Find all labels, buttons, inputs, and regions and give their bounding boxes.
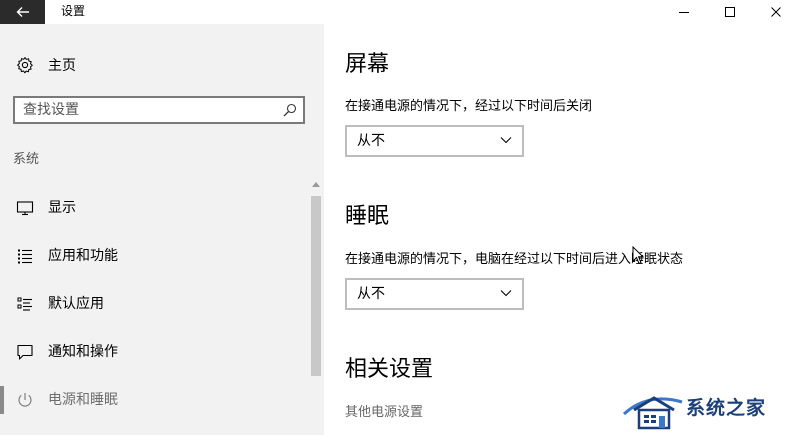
screen-description: 在接通电源的情况下，经过以下时间后关闭 xyxy=(345,99,593,114)
dropdown-value: 从不 xyxy=(357,133,385,149)
list-icon xyxy=(18,249,32,264)
maximize-button[interactable] xyxy=(707,0,753,24)
close-icon xyxy=(771,7,781,17)
back-arrow-icon xyxy=(16,7,29,17)
house-logo-icon xyxy=(622,396,683,430)
power-icon xyxy=(18,393,32,407)
watermark-text: 系统之家 xyxy=(686,397,767,419)
section-title-screen: 屏幕 xyxy=(345,52,390,77)
watermark: 系统之家 xyxy=(620,386,789,435)
additional-power-settings-link[interactable]: 其他电源设置 xyxy=(345,404,423,422)
section-title-related: 相关设置 xyxy=(345,357,434,382)
search-icon[interactable] xyxy=(283,103,297,117)
main-content: 屏幕 在接通电源的情况下，经过以下时间后关闭 从不 睡眠 在接通电源的情况下，电… xyxy=(324,24,789,435)
scroll-thumb[interactable] xyxy=(311,196,321,376)
app-title: 设置 xyxy=(61,4,86,18)
default-apps-icon xyxy=(17,297,32,311)
title-bar: 设置 xyxy=(0,0,789,24)
minimize-icon xyxy=(679,12,689,13)
sidebar-item-label: 默认应用 xyxy=(48,296,104,312)
sidebar-item-label: 电源和睡眠 xyxy=(48,392,118,408)
sidebar-item-label: 显示 xyxy=(48,200,76,216)
section-label-system: 系统 xyxy=(13,152,40,167)
sidebar-item-home-label: 主页 xyxy=(48,58,76,74)
search-input[interactable] xyxy=(23,100,273,120)
mouse-cursor-icon xyxy=(632,246,644,265)
sidebar-item-default-apps[interactable]: 默认应用 xyxy=(0,284,308,324)
minimize-button[interactable] xyxy=(661,0,707,24)
dropdown-value: 从不 xyxy=(357,286,385,302)
selection-indicator xyxy=(0,386,4,414)
sidebar-item-home[interactable]: 主页 xyxy=(0,52,300,80)
sidebar: 主页 系统 显示 xyxy=(0,24,324,435)
chevron-down-icon xyxy=(500,290,512,297)
back-button[interactable] xyxy=(0,0,45,24)
sidebar-item-label: 应用和功能 xyxy=(48,248,118,264)
section-title-sleep: 睡眠 xyxy=(345,204,390,229)
chevron-down-icon xyxy=(500,137,512,144)
sidebar-item-display[interactable]: 显示 xyxy=(0,188,308,228)
gear-icon xyxy=(17,57,33,74)
sidebar-item-power-sleep[interactable]: 电源和睡眠 xyxy=(0,380,308,420)
close-button[interactable] xyxy=(753,0,789,24)
monitor-icon xyxy=(16,201,34,216)
screen-timeout-dropdown[interactable]: 从不 xyxy=(345,125,524,157)
sleep-timeout-dropdown[interactable]: 从不 xyxy=(345,278,524,310)
sidebar-item-label: 通知和操作 xyxy=(48,344,118,360)
maximize-icon xyxy=(725,7,735,17)
sidebar-item-notifications[interactable]: 通知和操作 xyxy=(0,332,308,372)
search-box[interactable] xyxy=(13,96,305,124)
sidebar-scrollbar[interactable] xyxy=(308,182,324,435)
settings-window: 设置 主页 查找设置 系统 显示 应用和功能 默认应用 通知和操作 电源和睡眠 … xyxy=(0,0,789,435)
scroll-up-arrow-icon[interactable] xyxy=(312,182,320,187)
sidebar-item-apps[interactable]: 应用和功能 xyxy=(0,236,308,276)
message-icon xyxy=(17,344,33,360)
